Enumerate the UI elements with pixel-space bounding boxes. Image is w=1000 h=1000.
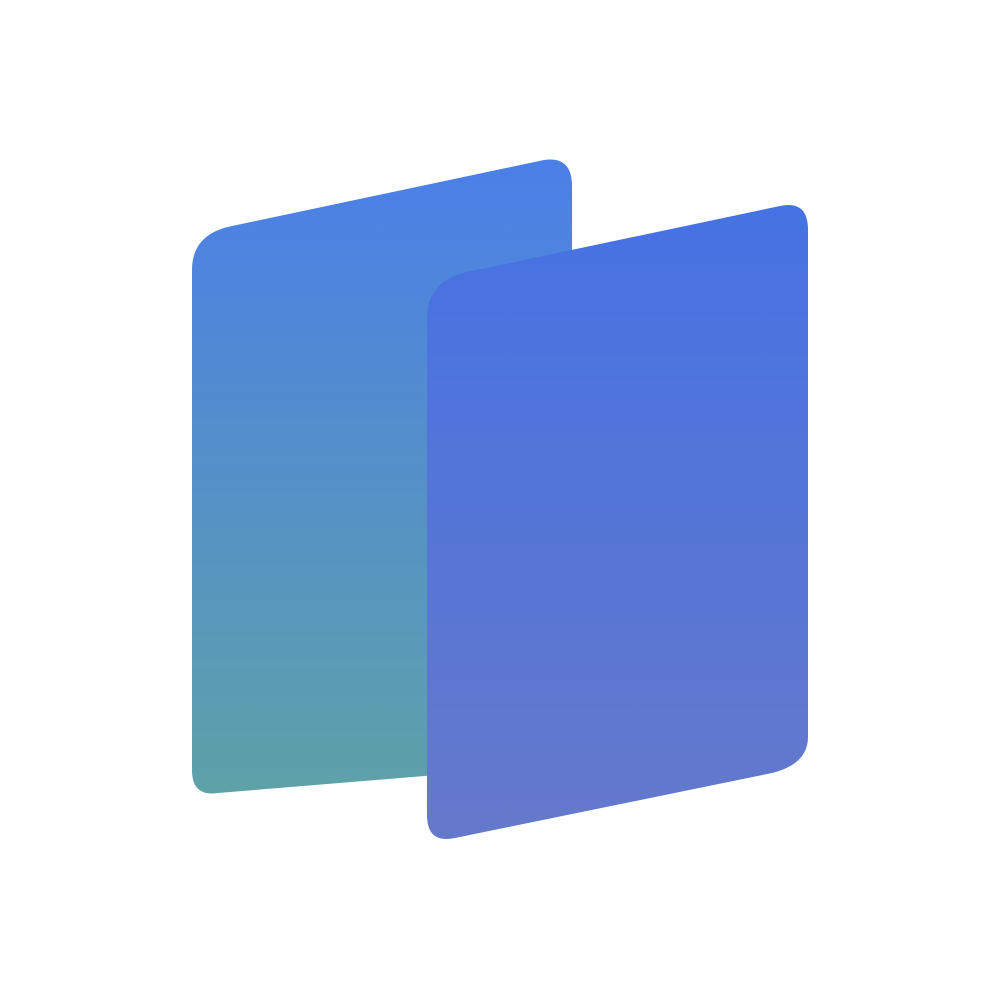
cards-logo-icon (192, 159, 808, 840)
front-card-shape (427, 205, 808, 840)
logo-canvas (0, 0, 1000, 1000)
